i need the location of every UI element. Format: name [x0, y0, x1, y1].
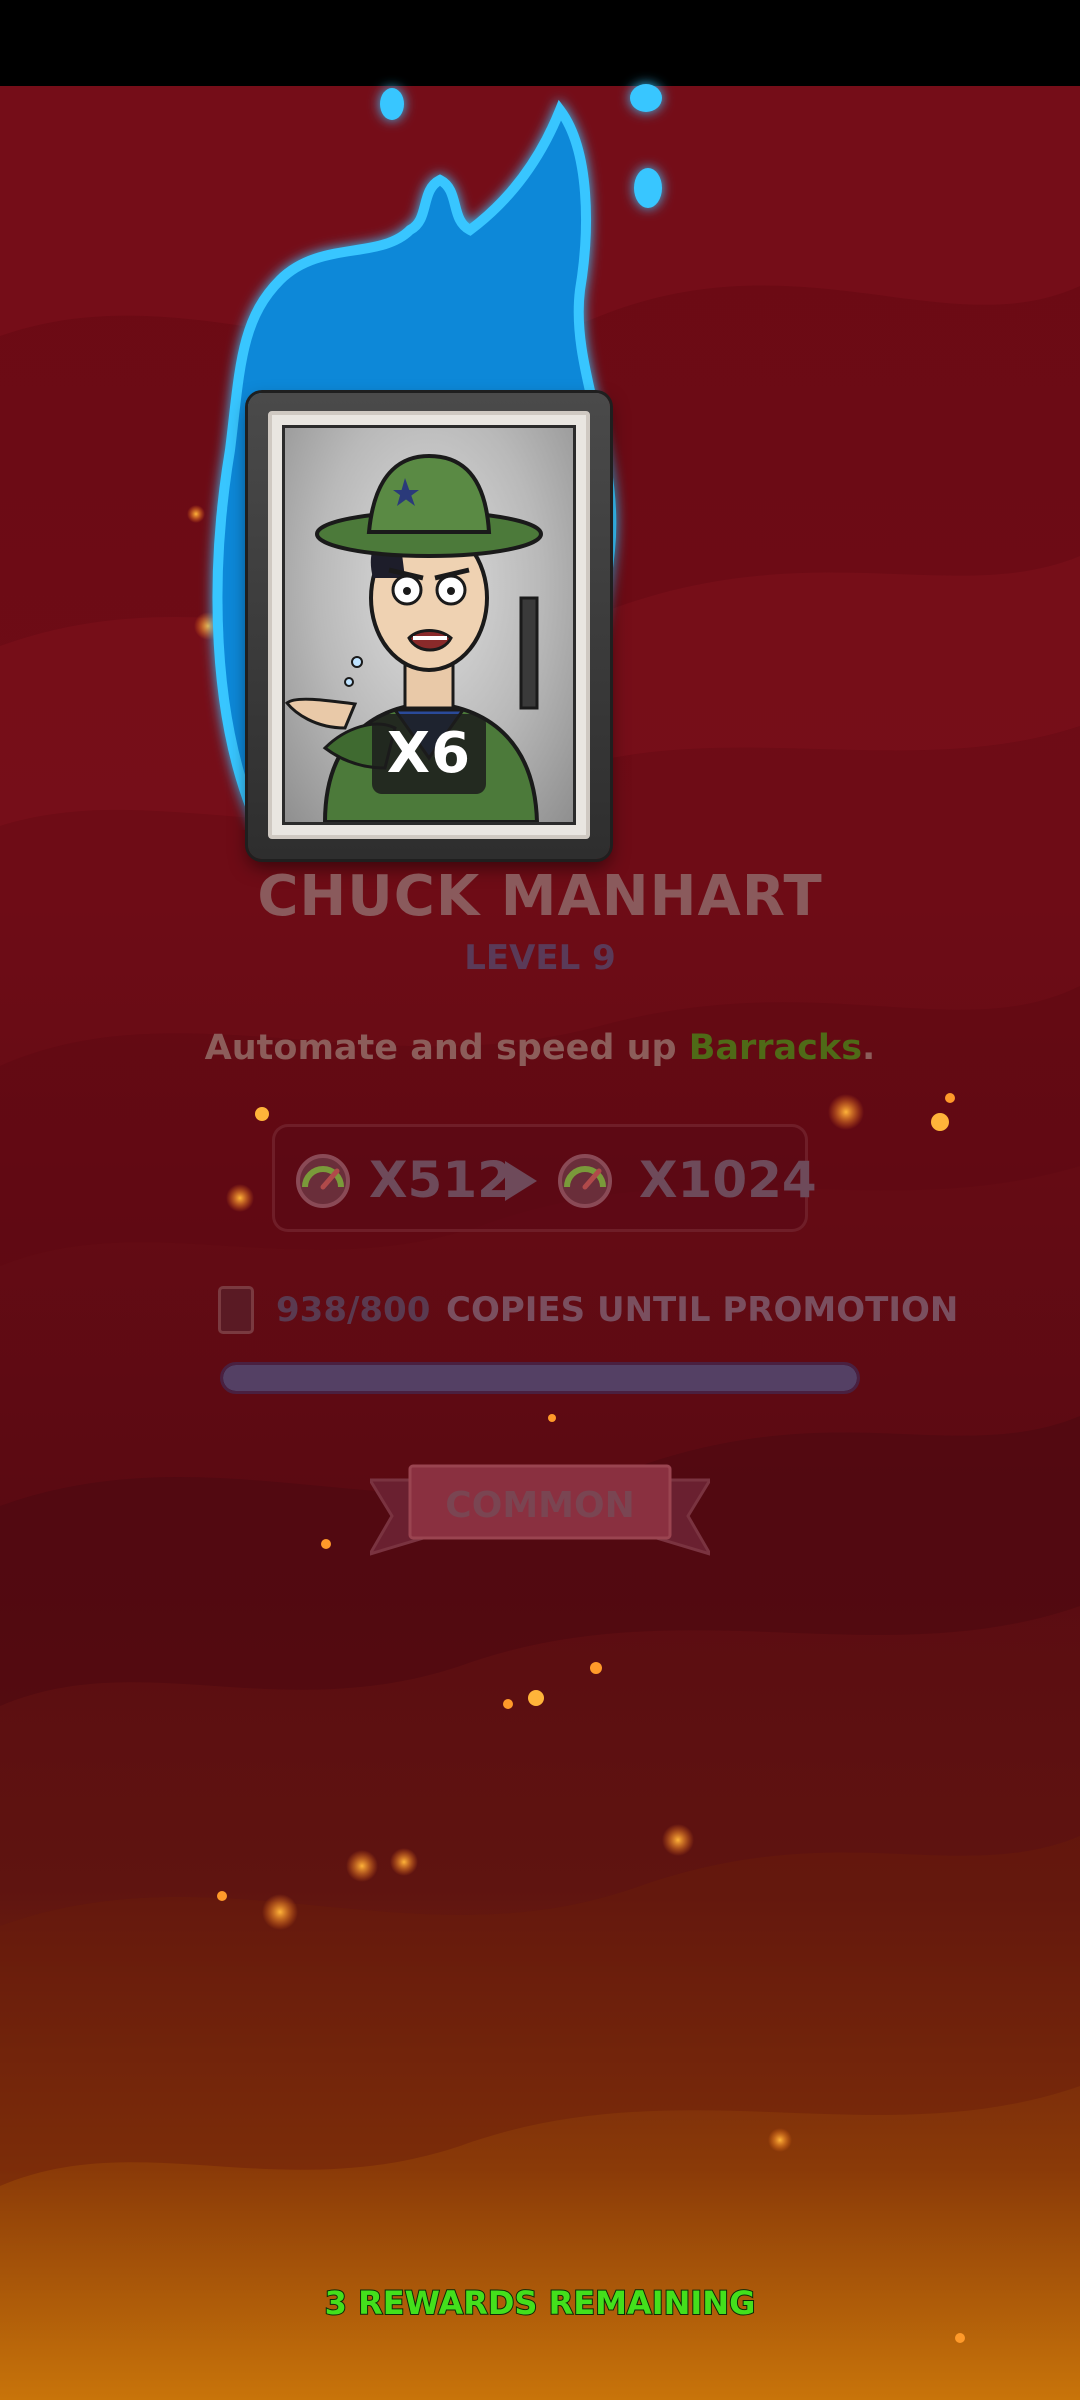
description-prefix: Automate and speed up: [204, 1028, 689, 1068]
ember: [346, 1850, 378, 1882]
ember: [768, 2128, 792, 2152]
ember: [226, 1184, 254, 1212]
ember: [255, 1107, 269, 1121]
ember: [945, 1093, 955, 1103]
ember: [217, 1891, 227, 1901]
description-suffix: .: [862, 1028, 876, 1068]
ember: [590, 1662, 602, 1674]
rarity-label: COMMON: [445, 1485, 635, 1526]
next-multiplier: X1024: [639, 1151, 817, 1209]
description-highlight: Barracks: [688, 1028, 863, 1068]
card-copies-icon: [218, 1286, 254, 1334]
arrow-right-icon: [505, 1161, 537, 1201]
character-level: LEVEL 9: [464, 938, 616, 978]
copies-count: 938/800: [276, 1290, 431, 1330]
ember: [662, 1824, 694, 1856]
copies-label: COPIES UNTIL PROMOTION: [446, 1290, 959, 1330]
ember: [955, 2333, 965, 2343]
ember: [503, 1699, 513, 1709]
reward-screen[interactable]: X6 CHUCK MANHART LEVEL 9 Automate and sp…: [0, 0, 1080, 2400]
rewards-remaining-counter: 3 REWARDS REMAINING: [324, 2283, 757, 2323]
speed-gauge-icon: [296, 1154, 350, 1208]
current-multiplier: X512: [369, 1151, 512, 1209]
upgrade-multiplier-box: X512 X1024: [272, 1124, 817, 1232]
ember: [321, 1539, 331, 1549]
speed-gauge-icon: [558, 1154, 612, 1208]
ember: [262, 1894, 298, 1930]
ember: [828, 1094, 864, 1130]
ember: [931, 1113, 949, 1131]
card-multiplier-badge: X6: [372, 714, 486, 794]
character-name: CHUCK MANHART: [257, 864, 823, 929]
promotion-progress-fill: [223, 1365, 857, 1391]
promotion-progress-bar: [220, 1362, 860, 1394]
ember: [528, 1690, 544, 1706]
ember: [548, 1414, 556, 1422]
character-description: Automate and speed up Barracks.: [0, 1028, 1080, 1068]
ember: [390, 1848, 418, 1876]
